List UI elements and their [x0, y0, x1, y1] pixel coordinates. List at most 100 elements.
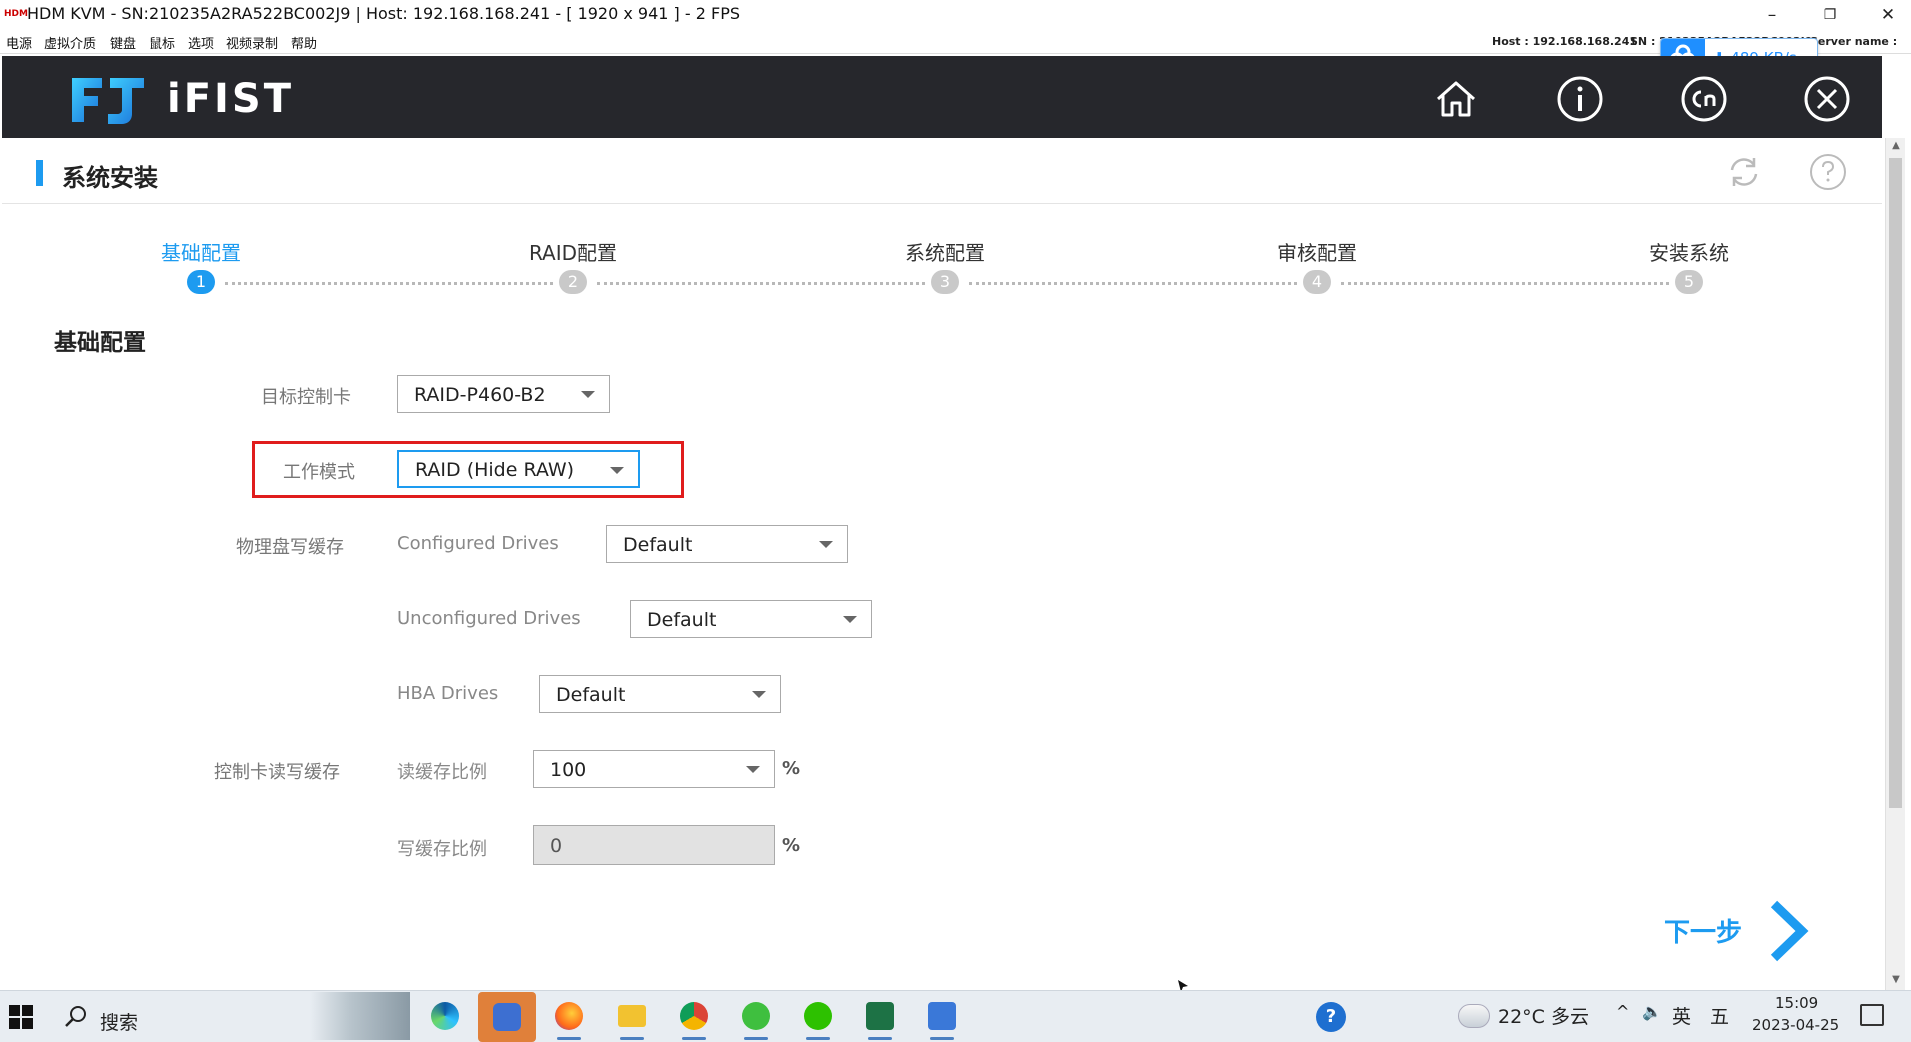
work-mode-select[interactable]: RAID (Hide RAW): [397, 450, 640, 488]
ime-mode[interactable]: 五: [1710, 1002, 1729, 1029]
browser-e-icon: [742, 1002, 770, 1030]
taskbar-firefox[interactable]: [549, 996, 589, 1040]
clock-time[interactable]: 15:09: [1775, 994, 1818, 1012]
work-mode-label: 工作模式: [283, 462, 355, 483]
step-label-raid-config[interactable]: RAID配置: [529, 237, 617, 266]
close-window-button[interactable]: ✕: [1868, 2, 1908, 28]
restore-button[interactable]: ❐: [1810, 2, 1850, 28]
taskbar-excel[interactable]: [860, 996, 900, 1040]
help-tray-icon[interactable]: ?: [1316, 1002, 1346, 1032]
app-brand-name: iFIST: [167, 76, 295, 122]
taskbar-browser-green[interactable]: [736, 996, 776, 1040]
hdm-app-icon: HDM: [4, 9, 28, 19]
kvm-app-icon: [493, 1003, 521, 1031]
chevron-right-icon: [1770, 900, 1809, 962]
step-number-5[interactable]: 5: [1675, 270, 1703, 294]
menu-virtual-media[interactable]: 虚拟介质: [44, 33, 96, 52]
chrome-icon: [680, 1002, 708, 1030]
help-question-icon: [1810, 154, 1846, 190]
chevron-down-icon: [746, 766, 760, 773]
kvm-title-bar: HDM HDM KVM - SN:210235A2RA522BC002J9 | …: [0, 0, 1911, 30]
refresh-button[interactable]: [1724, 152, 1764, 192]
step-connector: [1341, 282, 1669, 285]
search-icon[interactable]: [64, 1004, 88, 1028]
scroll-thumb[interactable]: [1889, 158, 1902, 808]
minimize-button[interactable]: –: [1752, 2, 1792, 28]
step-number-4[interactable]: 4: [1303, 270, 1331, 294]
target-controller-select[interactable]: RAID-P460-B2: [397, 375, 610, 413]
step-label-install-system[interactable]: 安装系统: [1649, 237, 1729, 266]
edge-icon: [431, 1002, 459, 1030]
step-label-system-config[interactable]: 系统配置: [905, 237, 985, 266]
taskbar-kvm-app[interactable]: [478, 992, 536, 1042]
taskbar-wechat[interactable]: [798, 996, 838, 1040]
write-cache-ratio-value: 0: [550, 835, 563, 857]
hba-drives-value: Default: [556, 684, 626, 706]
step-connector: [597, 282, 925, 285]
step-label-basic-config[interactable]: 基础配置: [161, 237, 241, 266]
page-title: 系统安装: [62, 164, 158, 192]
exit-button[interactable]: [1803, 75, 1851, 123]
host-info: Host : 192.168.168.241: [1492, 35, 1638, 48]
read-cache-ratio-select[interactable]: 100: [533, 750, 775, 788]
wechat-icon: [804, 1002, 832, 1030]
configured-drives-value: Default: [623, 534, 693, 556]
taskbar-chrome[interactable]: [674, 996, 714, 1040]
unconfigured-drives-value: Default: [647, 609, 717, 631]
server-name-info: Server name :: [1810, 35, 1898, 48]
windows-start-button[interactable]: [8, 1004, 34, 1030]
speaker-icon[interactable]: 🔈: [1642, 1002, 1662, 1021]
info-button[interactable]: [1556, 75, 1604, 123]
taskbar-edge[interactable]: [425, 996, 465, 1036]
menu-video-record[interactable]: 视频录制: [226, 33, 278, 52]
windows-logo-icon: [9, 1005, 33, 1029]
step-number-2[interactable]: 2: [559, 270, 587, 294]
write-cache-ratio-label: 写缓存比例: [397, 839, 487, 860]
language-button[interactable]: [1680, 75, 1728, 123]
menu-mouse[interactable]: 鼠标: [149, 33, 175, 52]
target-controller-label: 目标控制卡: [261, 387, 351, 408]
read-cache-ratio-label: 读缓存比例: [397, 762, 487, 783]
app-header: iFIST: [2, 56, 1882, 138]
vertical-scrollbar[interactable]: ▲ ▼: [1885, 138, 1905, 990]
taskbar-remote-desktop[interactable]: [922, 996, 962, 1040]
language-cn-icon: [1681, 76, 1727, 122]
weather-text[interactable]: 22°C 多云: [1498, 1002, 1589, 1029]
step-label-review-config[interactable]: 审核配置: [1277, 237, 1357, 266]
menu-keyboard[interactable]: 键盘: [110, 33, 136, 52]
title-accent-bar: [36, 160, 43, 186]
step-number-1[interactable]: 1: [187, 270, 215, 294]
help-button[interactable]: [1808, 152, 1848, 192]
info-icon: [1557, 76, 1603, 122]
unconfigured-drives-select[interactable]: Default: [630, 600, 872, 638]
taskbar-search-box[interactable]: 搜索: [100, 1008, 138, 1035]
home-button[interactable]: [1432, 75, 1480, 123]
chevron-down-icon: [819, 541, 833, 548]
menu-help[interactable]: 帮助: [291, 33, 317, 52]
next-step-label: 下一步: [1664, 918, 1743, 948]
unconfigured-drives-label: Unconfigured Drives: [397, 608, 581, 629]
pd-write-cache-label: 物理盘写缓存: [236, 537, 344, 558]
configured-drives-select[interactable]: Default: [606, 525, 848, 563]
notification-icon[interactable]: [1860, 1004, 1884, 1026]
taskbar-file-explorer[interactable]: [612, 996, 652, 1040]
menu-power[interactable]: 电源: [6, 33, 32, 52]
step-number-3[interactable]: 3: [931, 270, 959, 294]
chevron-up-icon[interactable]: ^: [1616, 1002, 1629, 1021]
scroll-down-arrow-icon[interactable]: ▼: [1886, 972, 1906, 988]
write-cache-unit: %: [782, 835, 801, 856]
clock-date[interactable]: 2023-04-25: [1752, 1016, 1839, 1034]
read-cache-ratio-value: 100: [550, 759, 587, 781]
scroll-up-arrow-icon[interactable]: ▲: [1886, 138, 1906, 154]
section-title: 基础配置: [54, 330, 146, 356]
chevron-down-icon: [843, 616, 857, 623]
firefox-icon: [555, 1002, 583, 1030]
menu-options[interactable]: 选项: [188, 33, 214, 52]
next-step-button[interactable]: 下一步: [1664, 900, 1814, 962]
hba-drives-select[interactable]: Default: [539, 675, 781, 713]
page-title-bar: 系统安装: [2, 138, 1882, 204]
controller-cache-label: 控制卡读写缓存: [214, 762, 340, 783]
excel-icon: [866, 1002, 894, 1030]
ime-language[interactable]: 英: [1672, 1002, 1691, 1029]
close-circle-icon: [1804, 76, 1850, 122]
